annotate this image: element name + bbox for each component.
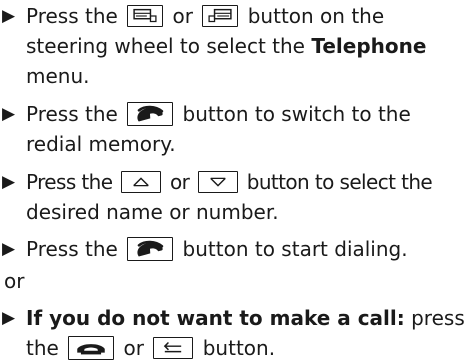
- text-fragment: redial memory.: [26, 132, 176, 156]
- text-fragment: Press the: [26, 170, 113, 194]
- phone-pickup-icon: [127, 236, 174, 261]
- text-fragment: button to select the: [246, 170, 433, 194]
- phone-hangup-icon: [68, 335, 115, 360]
- text-fragment: press: [411, 306, 464, 330]
- bullet-arrow: ▶: [2, 172, 16, 192]
- text-fragment: button to switch to the: [182, 102, 411, 126]
- step-line: Press the button to start dialing.: [26, 234, 408, 264]
- text-fragment: or: [123, 336, 145, 360]
- step-line: the or button.: [26, 333, 275, 363]
- arrow-down-icon: [197, 170, 238, 193]
- text-fragment: or: [169, 170, 190, 194]
- text-fragment: or: [172, 4, 194, 28]
- step-line: Press the button to switch to the: [26, 99, 411, 129]
- step-line: Press the or button on the: [26, 1, 384, 31]
- text-fragment: Press the: [26, 102, 118, 126]
- or-separator: or: [4, 269, 25, 293]
- step-line: steering wheel to select the Telephone: [26, 31, 426, 61]
- step-line: Press the or button to select the: [26, 167, 433, 197]
- text-fragment: Press the: [26, 237, 118, 261]
- arrow-up-icon: [121, 170, 162, 193]
- condition-text: If you do not want to make a call:: [26, 306, 405, 330]
- bullet-arrow: ▶: [2, 6, 16, 26]
- text-fragment: button to start dialing.: [182, 237, 408, 261]
- text-fragment: the: [26, 336, 59, 360]
- display-page-back-icon: [127, 4, 164, 27]
- bullet-arrow: ▶: [2, 104, 16, 124]
- menu-name: Telephone: [311, 34, 427, 58]
- bullet-arrow: ▶: [2, 308, 16, 328]
- text-fragment: desired name or number.: [26, 200, 279, 224]
- step-line: redial memory.: [26, 129, 176, 159]
- text-fragment: Press the: [26, 4, 118, 28]
- phone-pickup-icon: [127, 101, 174, 126]
- bullet-arrow: ▶: [2, 239, 16, 259]
- display-page-forward-icon: [202, 4, 239, 27]
- step-line: desired name or number.: [26, 197, 279, 227]
- step-line: menu.: [26, 61, 90, 91]
- text-fragment: button on the: [247, 4, 385, 28]
- step-line: If you do not want to make a call: press: [26, 303, 464, 333]
- text-fragment: steering wheel to select the: [26, 34, 305, 58]
- text-fragment: menu.: [26, 64, 90, 88]
- instruction-text: ▶ Press the or button on the steering wh…: [0, 0, 464, 363]
- back-arrow-icon: [153, 336, 194, 359]
- text-fragment: button.: [202, 336, 276, 360]
